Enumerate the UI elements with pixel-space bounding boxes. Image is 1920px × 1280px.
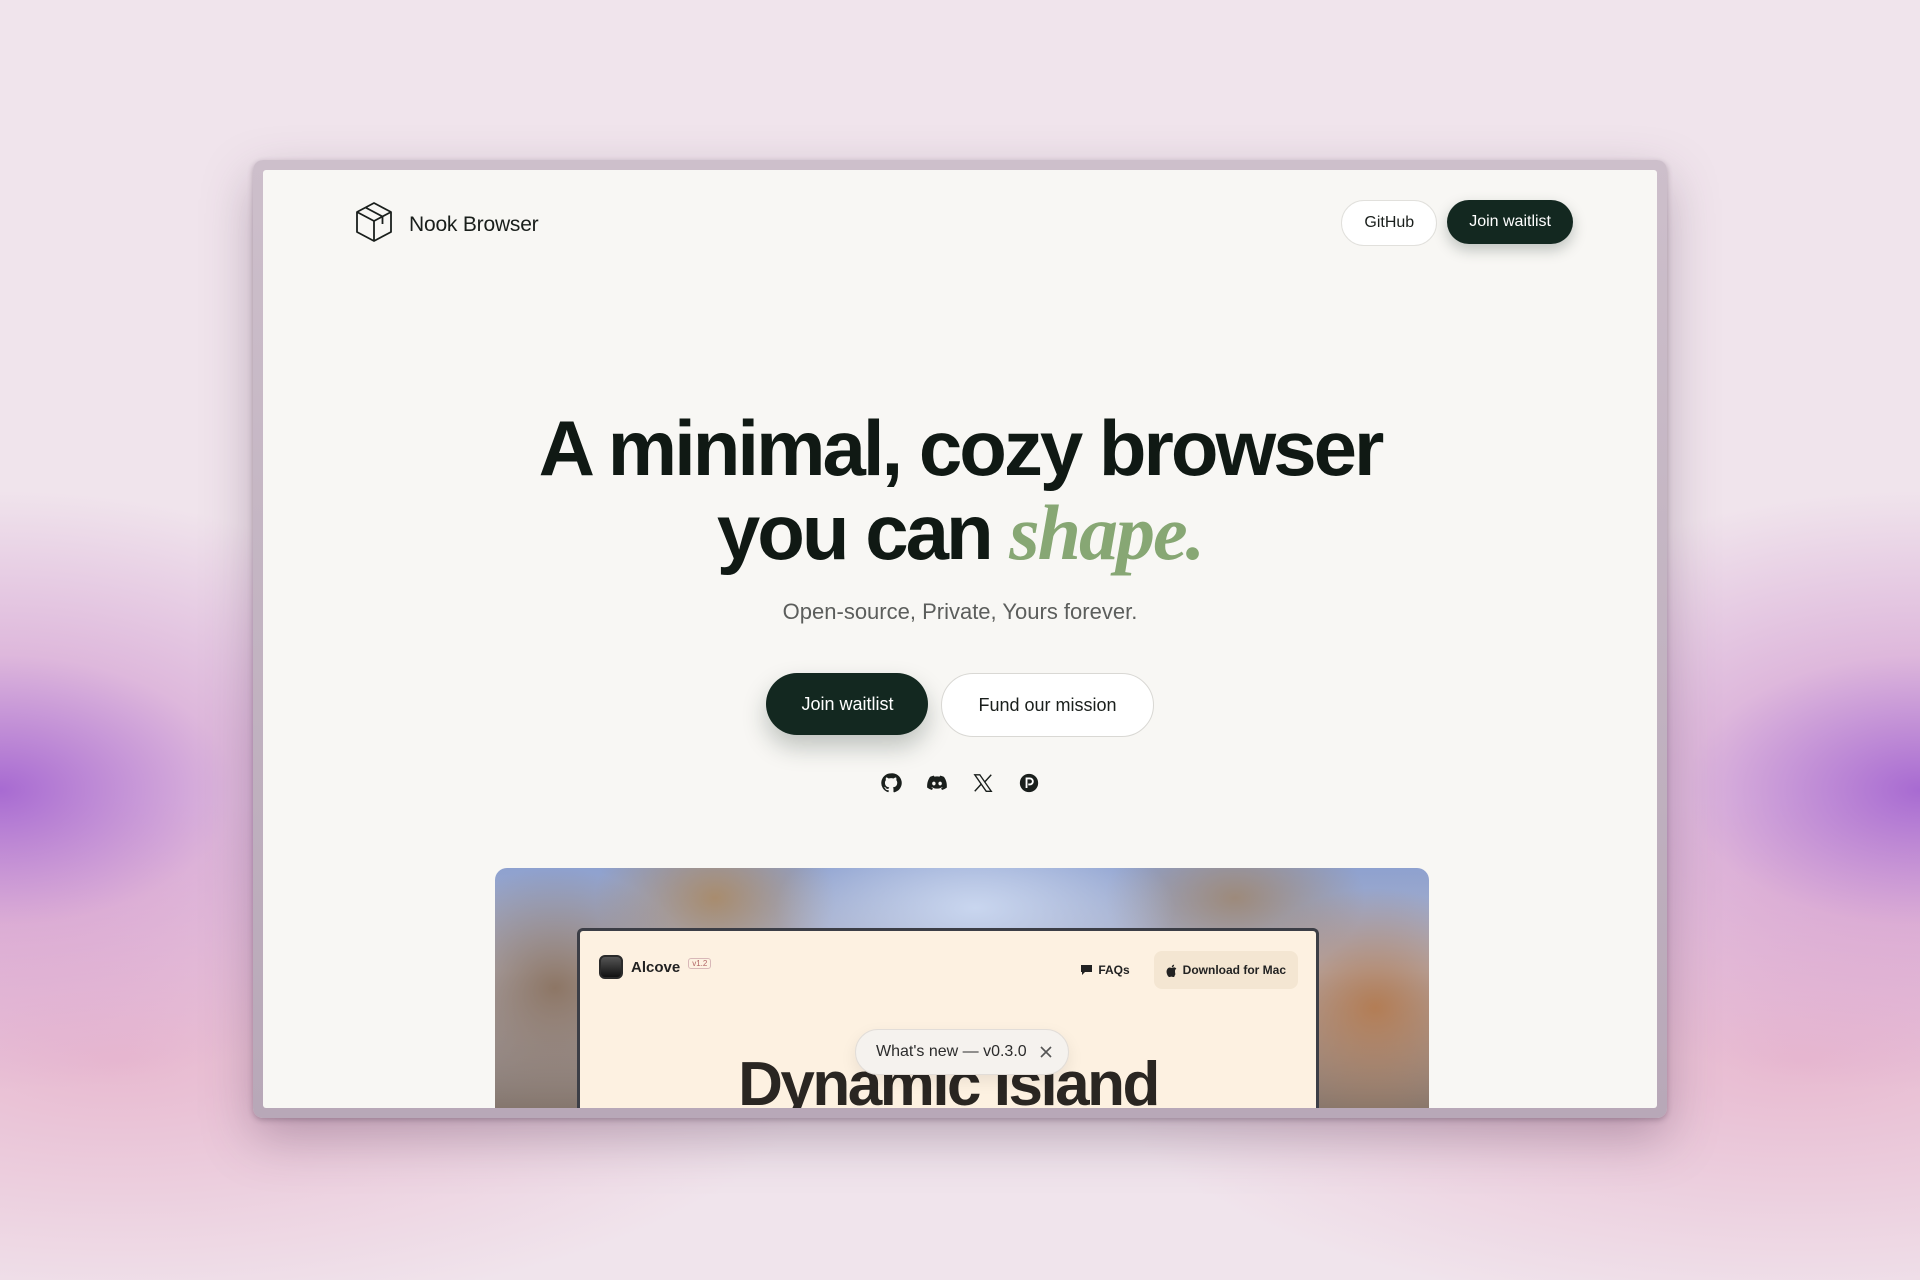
github-icon[interactable] xyxy=(880,772,902,794)
x-icon[interactable] xyxy=(972,772,994,794)
preview-window: Alcove v1.2 FAQs Download for Mac Dynami… xyxy=(577,928,1319,1108)
fund-mission-button[interactable]: Fund our mission xyxy=(941,673,1154,737)
hero-title-accent: shape. xyxy=(1009,489,1205,576)
nav-actions: GitHub Join waitlist xyxy=(1341,200,1573,246)
social-links xyxy=(263,772,1657,794)
cube-icon xyxy=(353,200,395,249)
preview-brand: Alcove v1.2 xyxy=(599,955,712,979)
toast-text: What's new — v0.3.0 xyxy=(876,1043,1027,1060)
app-icon xyxy=(599,955,623,979)
brand-logo[interactable]: Nook Browser xyxy=(353,200,539,249)
hero-title-line2: you can xyxy=(716,488,1010,576)
preview-download-button: Download for Mac xyxy=(1153,951,1298,989)
patreon-icon[interactable] xyxy=(1018,772,1040,794)
preview-nav: FAQs Download for Mac xyxy=(1070,951,1298,989)
close-icon[interactable] xyxy=(1037,1042,1056,1062)
preview-app-name: Alcove xyxy=(631,958,681,976)
webpage: Nook Browser GitHub Join waitlist A mini… xyxy=(263,170,1657,1108)
brand-name: Nook Browser xyxy=(409,212,539,236)
preview-faq-label: FAQs xyxy=(1098,963,1130,977)
nav-join-waitlist-button[interactable]: Join waitlist xyxy=(1447,200,1573,244)
cta-group: Join waitlist Fund our mission xyxy=(263,673,1657,737)
hero-title-line1: A minimal, cozy browser xyxy=(538,404,1385,492)
hero-subtitle: Open-source, Private, Yours forever. xyxy=(782,599,1138,624)
hero-title: A minimal, cozy browser you can shape. xyxy=(263,406,1657,575)
discord-icon[interactable] xyxy=(926,772,948,794)
preview-faq-link: FAQs xyxy=(1070,963,1139,977)
preview-version-badge: v1.2 xyxy=(688,957,712,969)
join-waitlist-button[interactable]: Join waitlist xyxy=(766,673,929,735)
apple-icon xyxy=(1166,964,1176,977)
chat-icon xyxy=(1081,965,1093,975)
preview-download-label: Download for Mac xyxy=(1182,963,1286,977)
whats-new-toast[interactable]: What's new — v0.3.0 xyxy=(855,1029,1069,1075)
github-button[interactable]: GitHub xyxy=(1341,200,1438,246)
browser-window: Nook Browser GitHub Join waitlist A mini… xyxy=(253,160,1667,1118)
